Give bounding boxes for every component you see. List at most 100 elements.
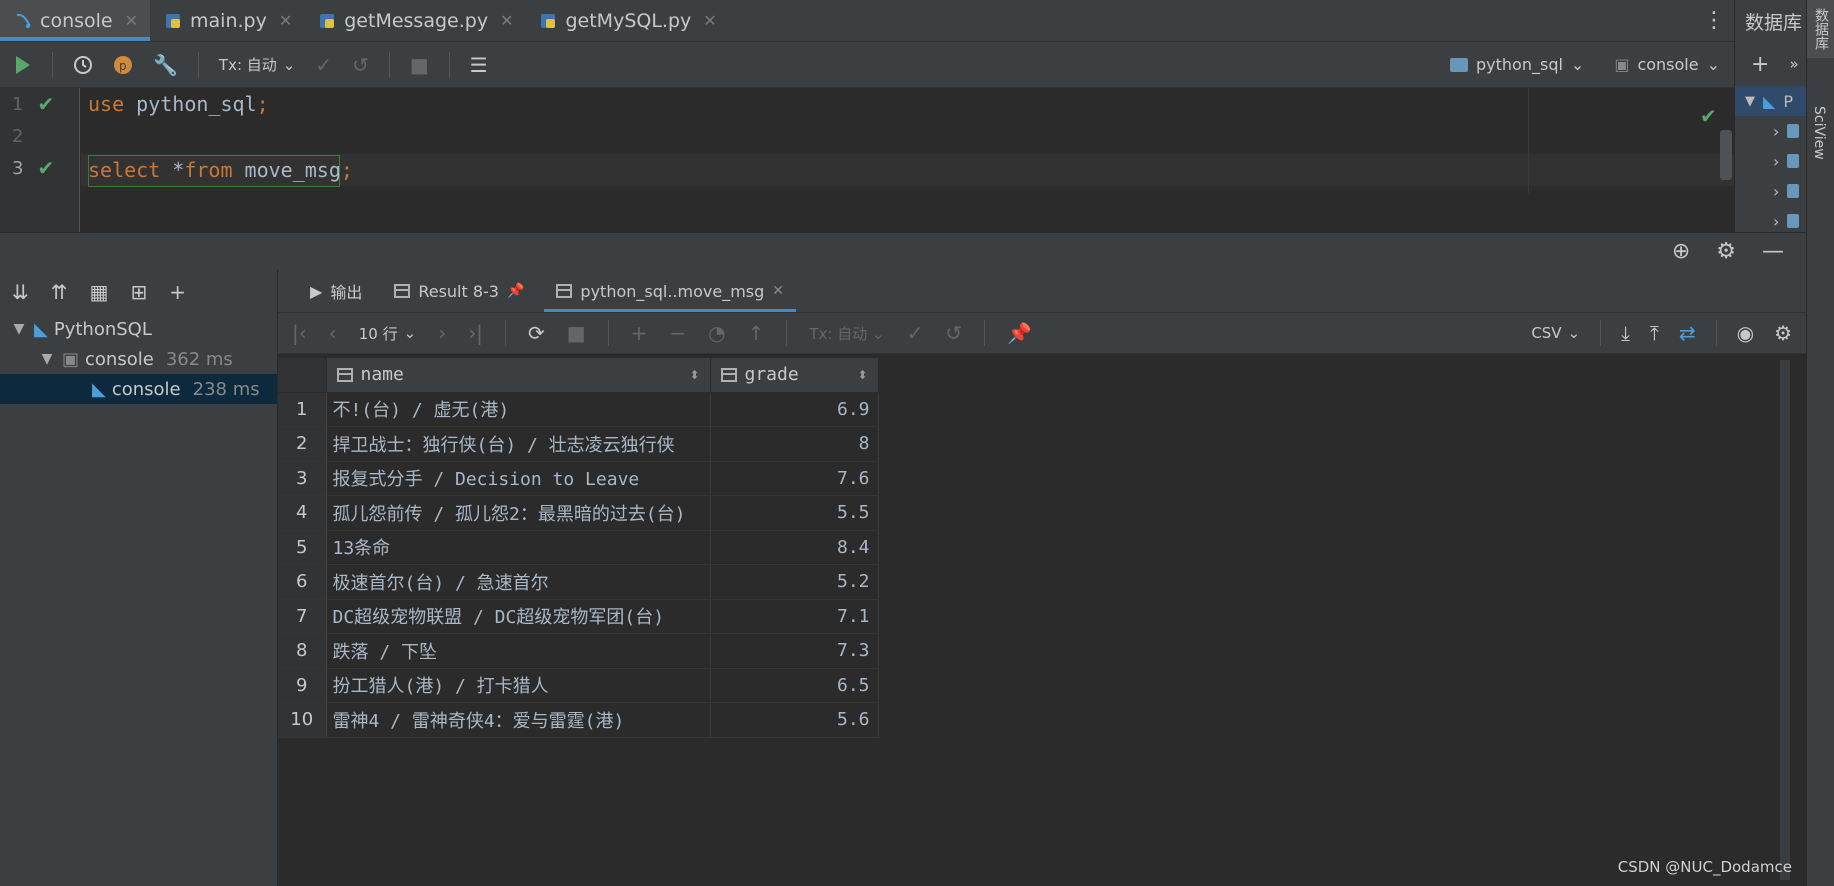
cell-name[interactable]: 捍卫战士：独行侠(台) / 壮志凌云独行侠: [326, 426, 711, 462]
services-header: ⊕ ⚙ —: [0, 232, 1806, 270]
pin-icon[interactable]: 📌: [1007, 321, 1032, 345]
cell-name[interactable]: 不!(台) / 虚无(港): [326, 392, 711, 427]
minimize-icon[interactable]: —: [1762, 239, 1784, 264]
close-icon[interactable]: ✕: [772, 283, 784, 299]
close-icon[interactable]: ✕: [500, 11, 513, 30]
identifier: python_sql: [124, 92, 257, 116]
cell-grade[interactable]: 7.3: [710, 633, 879, 669]
target-icon[interactable]: ⊕: [1672, 239, 1690, 264]
page-size-dropdown[interactable]: 10 行 ⌄: [359, 323, 416, 344]
table-row[interactable]: 3 报复式分手 / Decision to Leave 7.6: [278, 461, 879, 496]
sql-editor[interactable]: 1 ✔ 2 3 ✔ use python_sql; select * from mov…: [0, 88, 1734, 232]
cell-grade[interactable]: 8.4: [710, 530, 879, 565]
table-row[interactable]: 6 极速首尔(台) / 急速首尔 5.2: [278, 564, 879, 600]
chevron-down-icon: ⌄: [282, 55, 296, 74]
tree-item-console-leaf[interactable]: ◣ console 238 ms: [0, 374, 277, 404]
results-scrollbar[interactable]: [1780, 360, 1790, 880]
cell-grade[interactable]: 6.9: [710, 392, 879, 427]
chevron-down-icon: ⌄: [403, 324, 417, 342]
row-number: 3: [278, 461, 327, 496]
cell-name[interactable]: 孤儿怨前传 / 孤儿怨2：最黑暗的过去(台): [326, 495, 711, 531]
expand-all-icon[interactable]: ⇊: [12, 280, 29, 304]
cell-name[interactable]: 雷神4 / 雷神奇侠4：爱与雷霆(港): [326, 702, 711, 738]
tab-getmysql-py[interactable]: getMySQL.py ✕: [525, 0, 728, 41]
tab-main-py[interactable]: main.py ✕: [150, 0, 304, 41]
cell-grade[interactable]: 8: [710, 426, 879, 462]
explain-plan-icon[interactable]: p: [113, 55, 133, 75]
cell-grade[interactable]: 7.1: [710, 599, 879, 634]
table-row[interactable]: 5 13条命 8.4: [278, 530, 879, 565]
tab-label: getMessage.py: [344, 9, 489, 32]
close-icon[interactable]: ✕: [279, 11, 292, 30]
tree-item-console[interactable]: ▼ ▣ console 362 ms: [0, 344, 277, 374]
add-icon[interactable]: +: [1751, 52, 1769, 77]
database-tool-tab[interactable]: 数据库: [1807, 0, 1834, 58]
collapse-all-icon[interactable]: ⇈: [51, 280, 68, 304]
compare-icon[interactable]: ⇄: [1679, 321, 1696, 345]
rollback-icon: ↺: [352, 52, 369, 77]
cell-name[interactable]: 跌落 / 下坠: [326, 633, 711, 669]
pin-icon[interactable]: 📌: [507, 283, 524, 299]
cell-name[interactable]: DC超级宠物联盟 / DC超级宠物军团(台): [326, 599, 711, 634]
history-icon[interactable]: [73, 55, 93, 75]
db-tree-item[interactable]: ›: [1735, 116, 1806, 146]
more-vertical-icon[interactable]: ⋮: [1694, 0, 1734, 41]
wrench-icon[interactable]: 🔧: [153, 53, 178, 77]
table-row[interactable]: 8 跌落 / 下坠 7.3: [278, 633, 879, 669]
table-row[interactable]: 1 不!(台) / 虚无(港) 6.9: [278, 392, 879, 427]
close-icon[interactable]: ✕: [703, 11, 716, 30]
eye-icon[interactable]: ◉: [1737, 321, 1754, 345]
editor-scrollbar[interactable]: [1720, 130, 1732, 180]
table-row[interactable]: 2 捍卫战士：独行侠(台) / 壮志凌云独行侠 8: [278, 426, 879, 462]
tab-output[interactable]: ▶ 输出: [298, 270, 374, 312]
db-tree-item[interactable]: ›: [1735, 176, 1806, 206]
column-header-grade[interactable]: grade ⬍: [710, 358, 879, 393]
sort-icon[interactable]: ⬍: [857, 368, 867, 382]
cell-grade[interactable]: 5.5: [710, 495, 879, 531]
sort-icon[interactable]: ⬍: [689, 368, 699, 382]
download-icon[interactable]: ⤓: [1621, 321, 1630, 345]
gear-icon[interactable]: ⚙: [1716, 239, 1736, 264]
cell-name[interactable]: 报复式分手 / Decision to Leave: [326, 461, 711, 496]
table-row[interactable]: 9 扮工猎人(港) / 打卡猎人 6.5: [278, 668, 879, 703]
group-icon[interactable]: ▦: [90, 280, 109, 304]
table-view-icon[interactable]: ☰: [470, 53, 488, 77]
schema-dropdown[interactable]: python_sql ⌄: [1450, 55, 1584, 74]
cell-name[interactable]: 扮工猎人(港) / 打卡猎人: [326, 668, 711, 703]
export-format-dropdown[interactable]: CSV ⌄: [1531, 324, 1580, 342]
add-icon[interactable]: +: [169, 280, 186, 304]
line-number: 2: [12, 125, 24, 147]
tab-result-8-3[interactable]: Result 8-3 📌: [382, 270, 536, 312]
chevron-down-icon: ▼: [41, 351, 53, 367]
cell-grade[interactable]: 5.2: [710, 564, 879, 600]
cell-grade[interactable]: 7.6: [710, 461, 879, 496]
upload-icon[interactable]: ⤒: [1650, 321, 1659, 345]
execution-time: 362 ms: [165, 348, 233, 370]
column-header-name[interactable]: name ⬍: [326, 358, 711, 393]
session-dropdown[interactable]: ▣ console ⌄: [1614, 55, 1720, 74]
gear-icon[interactable]: ⚙: [1774, 321, 1792, 345]
db-tree-item[interactable]: ›: [1735, 146, 1806, 176]
table-row[interactable]: 7 DC超级宠物联盟 / DC超级宠物军团(台) 7.1: [278, 599, 879, 634]
refresh-icon[interactable]: ⟳: [528, 321, 545, 345]
sciview-tool-tab[interactable]: SciView: [1807, 98, 1831, 168]
row-number: 10: [278, 702, 327, 738]
table-row[interactable]: 10 雷神4 / 雷神奇侠4：爱与雷霆(港) 5.6: [278, 702, 879, 738]
tx-mode-dropdown[interactable]: Tx: 自动 ⌄: [219, 54, 295, 75]
db-tree-item-root[interactable]: ▼ ◣ P: [1735, 86, 1806, 116]
cell-grade[interactable]: 5.6: [710, 702, 879, 738]
chevron-right-icon: ›: [1773, 181, 1780, 201]
tab-getmessage-py[interactable]: getMessage.py ✕: [304, 0, 525, 41]
cell-name[interactable]: 13条命: [326, 530, 711, 565]
cell-grade[interactable]: 6.5: [710, 668, 879, 703]
close-icon[interactable]: ✕: [125, 11, 138, 30]
cell-name[interactable]: 极速首尔(台) / 急速首尔: [326, 564, 711, 600]
table-row[interactable]: 4 孤儿怨前传 / 孤儿怨2：最黑暗的过去(台) 5.5: [278, 495, 879, 531]
new-tab-icon[interactable]: ⊞: [130, 280, 147, 304]
run-icon[interactable]: [14, 55, 32, 75]
tree-item-root[interactable]: ▼ ◣ PythonSQL: [0, 314, 277, 344]
tab-move-msg[interactable]: python_sql..move_msg ✕: [544, 270, 796, 312]
expand-more-icon[interactable]: »: [1789, 55, 1798, 73]
tab-console[interactable]: console ✕: [0, 0, 151, 41]
last-page-icon: ›|: [468, 321, 483, 345]
